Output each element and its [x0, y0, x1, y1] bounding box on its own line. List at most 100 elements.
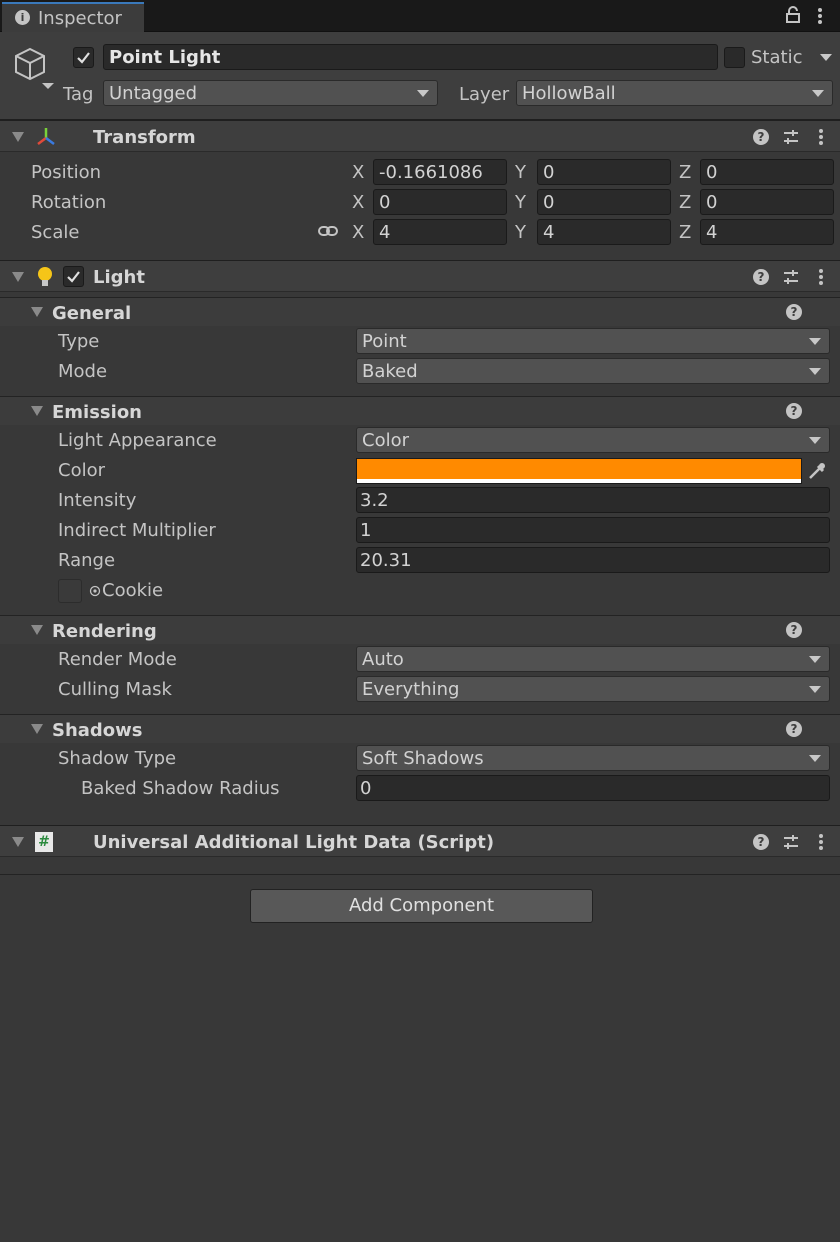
culling-mask-dropdown[interactable]: Everything [356, 676, 830, 702]
lock-icon[interactable] [785, 6, 801, 24]
type-label: Type [58, 331, 100, 352]
scale-z-value: 4 [706, 222, 718, 243]
light-appearance-value: Color [362, 430, 409, 451]
help-icon[interactable]: ? [753, 269, 769, 285]
transform-scale-row: Scale X 4 Y 4 Z 4 [0, 218, 840, 246]
tab-inspector[interactable]: i Inspector [2, 2, 144, 32]
range-value: 20.31 [360, 550, 412, 571]
foldout-icon[interactable] [31, 406, 43, 416]
light-enabled-checkbox[interactable] [63, 266, 84, 287]
foldout-icon[interactable] [12, 272, 24, 282]
more-options-icon[interactable] [818, 8, 822, 26]
baked-shadow-radius-value: 0 [360, 778, 372, 799]
position-y-value: 0 [543, 162, 555, 183]
scale-z-field[interactable]: 4 [700, 219, 834, 245]
rotation-label: Rotation [31, 192, 107, 213]
transform-header[interactable]: Transform ? [0, 120, 840, 152]
active-checkbox[interactable] [73, 47, 94, 68]
range-field[interactable]: 20.31 [356, 547, 830, 573]
help-icon[interactable]: ? [753, 834, 769, 850]
position-x-value: -0.1661086 [379, 162, 483, 183]
light-appearance-dropdown[interactable]: Color [356, 427, 830, 453]
script-component-header[interactable]: # Universal Additional Light Data (Scrip… [0, 825, 840, 857]
shadow-type-dropdown[interactable]: Soft Shadows [356, 745, 830, 771]
layer-value: HollowBall [522, 83, 616, 104]
axis-z-label: Z [679, 222, 692, 243]
rotation-x-field[interactable]: 0 [373, 189, 507, 215]
light-title: Light [93, 267, 145, 288]
scale-x-field[interactable]: 4 [373, 219, 507, 245]
tag-value: Untagged [109, 83, 198, 104]
help-icon[interactable]: ? [786, 304, 802, 320]
help-icon[interactable]: ? [786, 403, 802, 419]
shadow-type-label: Shadow Type [58, 748, 177, 769]
position-z-value: 0 [706, 162, 718, 183]
mode-label: Mode [58, 361, 108, 382]
type-dropdown[interactable]: Point [356, 328, 830, 354]
axis-x-label: X [352, 192, 365, 213]
component-menu-icon[interactable] [819, 129, 823, 147]
layer-label: Layer [459, 84, 510, 105]
add-component-button[interactable]: Add Component [250, 889, 593, 923]
foldout-icon[interactable] [31, 307, 43, 317]
rotation-z-field[interactable]: 0 [700, 189, 834, 215]
static-checkbox[interactable] [724, 47, 745, 68]
tab-title: Inspector [38, 8, 122, 29]
rotation-y-field[interactable]: 0 [537, 189, 671, 215]
static-dropdown-icon[interactable] [820, 54, 832, 61]
transform-position-row: Position X -0.1661086 Y 0 Z 0 [0, 158, 840, 186]
color-swatch [357, 459, 801, 479]
axis-x-label: X [352, 222, 365, 243]
foldout-icon[interactable] [12, 837, 24, 847]
scale-y-field[interactable]: 4 [537, 219, 671, 245]
light-header[interactable]: Light ? [0, 260, 840, 292]
component-menu-icon[interactable] [819, 834, 823, 852]
object-picker-icon[interactable] [89, 585, 101, 597]
preset-icon[interactable] [782, 833, 800, 851]
rotation-x-value: 0 [379, 192, 391, 213]
render-mode-label: Render Mode [58, 649, 177, 670]
gameobject-cube-icon[interactable] [12, 45, 56, 89]
chevron-down-icon [809, 338, 821, 345]
chevron-down-icon [417, 90, 429, 97]
static-label: Static [751, 47, 803, 68]
mode-dropdown[interactable]: Baked [356, 358, 830, 384]
position-z-field[interactable]: 0 [700, 159, 834, 185]
tag-dropdown[interactable]: Untagged [103, 80, 438, 106]
rotation-y-value: 0 [543, 192, 555, 213]
scale-label: Scale [31, 222, 80, 243]
general-section-header[interactable]: General ? [0, 298, 840, 326]
foldout-icon[interactable] [31, 724, 43, 734]
foldout-icon[interactable] [31, 625, 43, 635]
position-y-field[interactable]: 0 [537, 159, 671, 185]
axis-y-label: Y [515, 192, 526, 213]
help-icon[interactable]: ? [753, 129, 769, 145]
layer-dropdown[interactable]: HollowBall [516, 80, 833, 106]
rendering-title: Rendering [52, 621, 157, 642]
object-name-field[interactable]: Point Light [103, 44, 718, 70]
culling-mask-label: Culling Mask [58, 679, 172, 700]
help-icon[interactable]: ? [786, 721, 802, 737]
rendering-section-header[interactable]: Rendering ? [0, 616, 840, 644]
color-field[interactable] [356, 458, 802, 484]
indirect-multiplier-field[interactable]: 1 [356, 517, 830, 543]
general-title: General [52, 303, 132, 324]
shadows-section-header[interactable]: Shadows ? [0, 715, 840, 743]
intensity-field[interactable]: 3.2 [356, 487, 830, 513]
render-mode-dropdown[interactable]: Auto [356, 646, 830, 672]
baked-shadow-radius-field[interactable]: 0 [356, 775, 830, 801]
shadow-type-value: Soft Shadows [362, 748, 484, 769]
eyedropper-icon[interactable] [806, 461, 828, 481]
foldout-icon[interactable] [12, 132, 24, 142]
help-icon[interactable]: ? [786, 622, 802, 638]
preset-icon[interactable] [782, 128, 800, 146]
position-x-field[interactable]: -0.1661086 [373, 159, 507, 185]
component-menu-icon[interactable] [819, 269, 823, 287]
transform-rotation-row: Rotation X 0 Y 0 Z 0 [0, 188, 840, 216]
cookie-label: Cookie [102, 580, 164, 601]
script-component-title: Universal Additional Light Data (Script) [93, 832, 495, 853]
cookie-object-slot[interactable] [58, 579, 82, 603]
preset-icon[interactable] [782, 268, 800, 286]
link-icon[interactable] [318, 224, 338, 238]
emission-section-header[interactable]: Emission ? [0, 397, 840, 425]
